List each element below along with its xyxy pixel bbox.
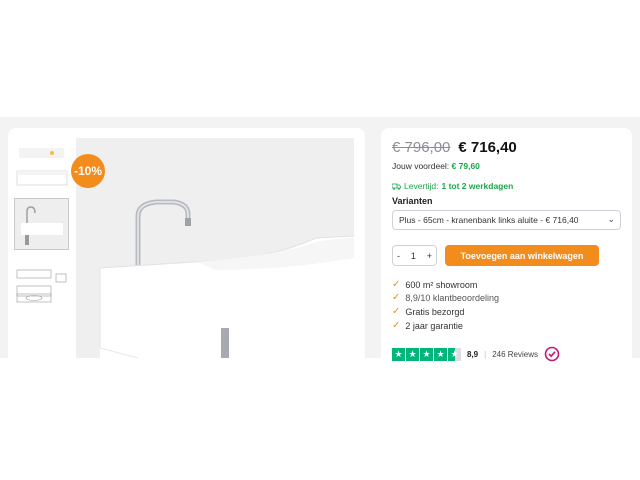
delivery-value: 1 tot 2 werkdagen (441, 181, 514, 191)
delivery-label: Levertijd: (404, 181, 439, 191)
variant-selected-value: Plus - 65cm - kranenbank links aluite - … (399, 215, 579, 225)
star-icon: ★ (434, 347, 447, 361)
check-icon: ✓ (392, 320, 401, 331)
quantity-value[interactable]: 1 (411, 251, 416, 261)
delivery-truck-icon (392, 183, 401, 190)
savings-label: Jouw voordeel: (392, 161, 450, 171)
new-price: € 716,40 (458, 139, 517, 156)
savings-amount: € 79,60 (451, 161, 480, 171)
usp-text: Gratis bezorgd (405, 306, 465, 317)
usp-item: ✓ Gratis bezorgd (392, 306, 464, 317)
thumbnail-3-drawing[interactable] (14, 264, 69, 312)
thumbnail-1[interactable] (14, 143, 69, 193)
quantity-plus-button[interactable]: + (427, 251, 432, 261)
trust-seal-icon (544, 346, 560, 362)
variants-label: Varianten (392, 196, 433, 206)
usp-item: ✓ 600 m² showroom (392, 279, 477, 290)
usp-item: ✓ 2 jaar garantie (392, 320, 463, 331)
thumbnail-2-selected[interactable] (14, 198, 69, 250)
add-to-cart-button[interactable]: Toevoegen aan winkelwagen (445, 245, 599, 266)
check-icon: ✓ (392, 306, 401, 317)
star-half-icon: ★ (448, 347, 461, 361)
divider: | (484, 349, 487, 359)
old-price: € 796,00 (392, 139, 451, 156)
delivery-info: Levertijd: 1 tot 2 werkdagen (392, 181, 513, 191)
discount-label: -10% (73, 164, 102, 178)
star-icon: ★ (406, 347, 419, 361)
product-main-image[interactable] (76, 138, 354, 358)
star-icon: ★ (392, 347, 405, 361)
rating-stars: ★ ★ ★ ★ ★ (392, 347, 461, 361)
variant-select[interactable]: Plus - 65cm - kranenbank links aluite - … (392, 210, 621, 230)
quantity-minus-button[interactable]: - (397, 251, 400, 261)
discount-badge: -10% (71, 154, 105, 188)
rating-score: 8,9 (467, 349, 479, 359)
check-icon: ✓ (392, 292, 401, 303)
usp-text: 8,9/10 klantbeoordeling (405, 292, 499, 303)
usp-text: 600 m² showroom (405, 279, 478, 290)
usp-item: ✓ 8,9/10 klantbeoordeling (392, 292, 499, 303)
quantity-stepper[interactable]: - 1 + (392, 245, 437, 266)
savings-line: Jouw voordeel: € 79,60 (392, 161, 480, 171)
reviews-count[interactable]: 246 Reviews (492, 350, 538, 359)
add-to-cart-label: Toevoegen aan winkelwagen (460, 250, 584, 261)
check-icon: ✓ (392, 279, 401, 290)
usp-text: 2 jaar garantie (405, 320, 463, 331)
trustpilot-rating[interactable]: ★ ★ ★ ★ ★ 8,9 | 246 Reviews (392, 346, 560, 362)
star-icon: ★ (420, 347, 433, 361)
chevron-down-icon: ⌄ (607, 214, 615, 224)
price-row: € 796,00 € 716,40 (392, 139, 517, 156)
